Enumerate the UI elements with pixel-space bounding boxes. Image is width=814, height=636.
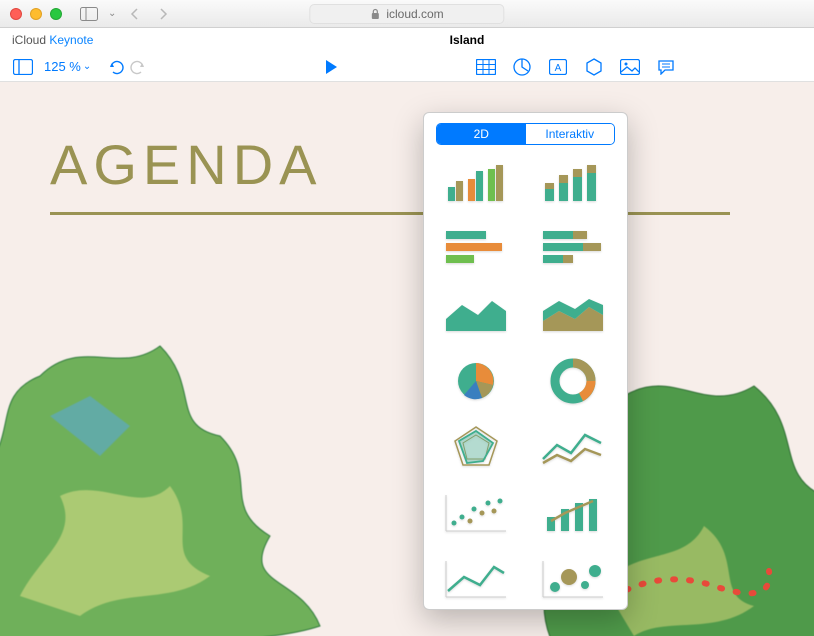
chart-type-pie[interactable] <box>436 353 516 409</box>
chart-type-line[interactable] <box>436 551 516 607</box>
document-title: Island <box>450 33 485 47</box>
breadcrumb-app: Keynote <box>49 33 93 47</box>
insert-shape-icon[interactable] <box>583 58 605 76</box>
insert-chart-icon[interactable] <box>511 58 533 76</box>
zoom-window-button[interactable] <box>50 8 62 20</box>
chart-type-stacked-column[interactable] <box>533 155 613 211</box>
browser-toolbar-left: ⌄ <box>80 6 172 22</box>
undo-icon[interactable] <box>105 58 127 76</box>
chart-type-multi-line[interactable] <box>533 419 613 475</box>
chart-type-area[interactable] <box>436 287 516 343</box>
chart-tabs-segmented: 2D Interaktiv <box>436 123 615 145</box>
back-icon[interactable] <box>126 6 144 22</box>
play-slideshow-icon[interactable] <box>320 58 342 76</box>
insert-media-icon[interactable] <box>619 58 641 76</box>
breadcrumb-service: iCloud <box>12 33 46 47</box>
app-header: iCloud Keynote Island <box>0 28 814 52</box>
lock-icon <box>370 8 380 20</box>
forward-icon[interactable] <box>154 6 172 22</box>
insert-tools-group: A <box>475 58 677 76</box>
zoom-dropdown[interactable]: 125 % ⌄ <box>44 59 91 74</box>
chart-type-bar[interactable] <box>436 221 516 277</box>
address-bar[interactable]: icloud.com <box>309 4 504 24</box>
chart-type-grid <box>436 155 615 607</box>
tab-2d[interactable]: 2D <box>437 124 526 144</box>
slide-divider-rule <box>50 212 730 215</box>
window-titlebar: ⌄ icloud.com <box>0 0 814 28</box>
minimize-window-button[interactable] <box>30 8 42 20</box>
sidebar-toggle-icon[interactable] <box>80 6 98 22</box>
chart-type-radar[interactable] <box>436 419 516 475</box>
insert-text-icon[interactable]: A <box>547 58 569 76</box>
chart-type-column[interactable] <box>436 155 516 211</box>
address-text: icloud.com <box>386 7 443 21</box>
close-window-button[interactable] <box>10 8 22 20</box>
insert-comment-icon[interactable] <box>655 58 677 76</box>
tab-interactive[interactable]: Interaktiv <box>526 124 615 144</box>
slide-title[interactable]: AGENDA <box>50 132 323 197</box>
chart-type-scatter[interactable] <box>436 485 516 541</box>
traffic-lights <box>10 8 62 20</box>
breadcrumb[interactable]: iCloud Keynote <box>12 33 93 47</box>
slide-canvas[interactable]: AGENDA <box>0 82 814 636</box>
chart-type-popover: 2D Interaktiv <box>423 112 628 610</box>
toolbar-dropdown-icon[interactable]: ⌄ <box>108 8 116 19</box>
keynote-toolbar: 125 % ⌄ A <box>0 52 814 82</box>
chart-type-stacked-bar[interactable] <box>533 221 613 277</box>
chart-type-bubble[interactable] <box>533 551 613 607</box>
view-options-icon[interactable] <box>12 58 34 76</box>
insert-table-icon[interactable] <box>475 58 497 76</box>
zoom-level-text: 125 % <box>44 59 81 74</box>
svg-text:A: A <box>555 63 562 74</box>
chart-type-combo-column-line[interactable] <box>533 485 613 541</box>
redo-icon <box>127 58 149 76</box>
chart-type-donut[interactable] <box>533 353 613 409</box>
chevron-down-icon: ⌄ <box>83 61 91 72</box>
map-landmass-left <box>0 276 380 636</box>
chart-type-stacked-area[interactable] <box>533 287 613 343</box>
